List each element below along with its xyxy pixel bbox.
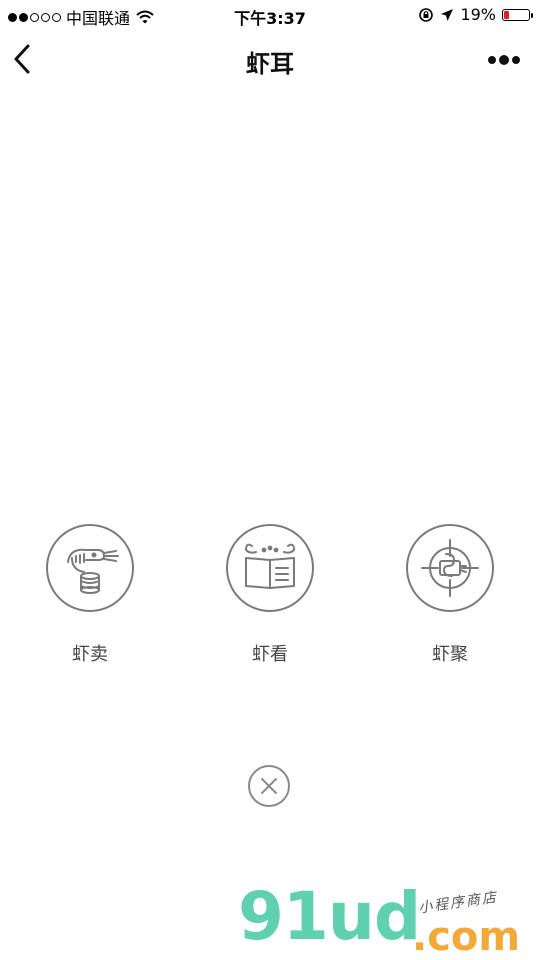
watermark-logo: 91ud .com 小程序商店 xyxy=(238,884,538,960)
menu-item-label: 虾聚 xyxy=(432,644,468,665)
page-title: 虾耳 xyxy=(246,50,294,78)
crab-book-icon xyxy=(245,543,295,589)
shrimp-coins-icon xyxy=(67,548,119,594)
location-arrow-icon xyxy=(441,8,454,21)
more-button[interactable] xyxy=(484,52,524,68)
close-icon xyxy=(261,778,277,794)
watermark-domain-text: .com xyxy=(412,914,521,960)
watermark-main-text: 91ud xyxy=(238,878,421,955)
menu-item-icon-circle xyxy=(46,524,134,612)
battery-icon xyxy=(502,8,533,21)
rotation-lock-icon xyxy=(419,7,434,22)
battery-level xyxy=(504,10,509,19)
close-button[interactable] xyxy=(248,765,290,807)
watermark-tagline: 小程序商店 xyxy=(417,889,499,917)
target-shrimp-icon xyxy=(421,539,479,597)
menu-item-icon-circle xyxy=(226,524,314,612)
mini-app-menu: 虾卖 虾看 虾聚 xyxy=(0,524,540,684)
menu-item-label: 虾看 xyxy=(252,644,288,665)
more-dots-icon xyxy=(488,55,520,65)
menu-item-icon-circle xyxy=(406,524,494,612)
menu-item-label: 虾卖 xyxy=(72,644,108,665)
nav-bar: 虾耳 xyxy=(0,30,540,90)
status-bar-right: 19% xyxy=(418,5,533,24)
menu-item-xiaju[interactable]: 虾聚 xyxy=(395,524,505,666)
menu-item-xiakan[interactable]: 虾看 xyxy=(215,524,325,666)
battery-percent: 19% xyxy=(460,5,496,24)
status-bar: 中国联通 下午3:37 19% xyxy=(0,0,540,30)
menu-item-xiamai[interactable]: 虾卖 xyxy=(35,524,145,666)
